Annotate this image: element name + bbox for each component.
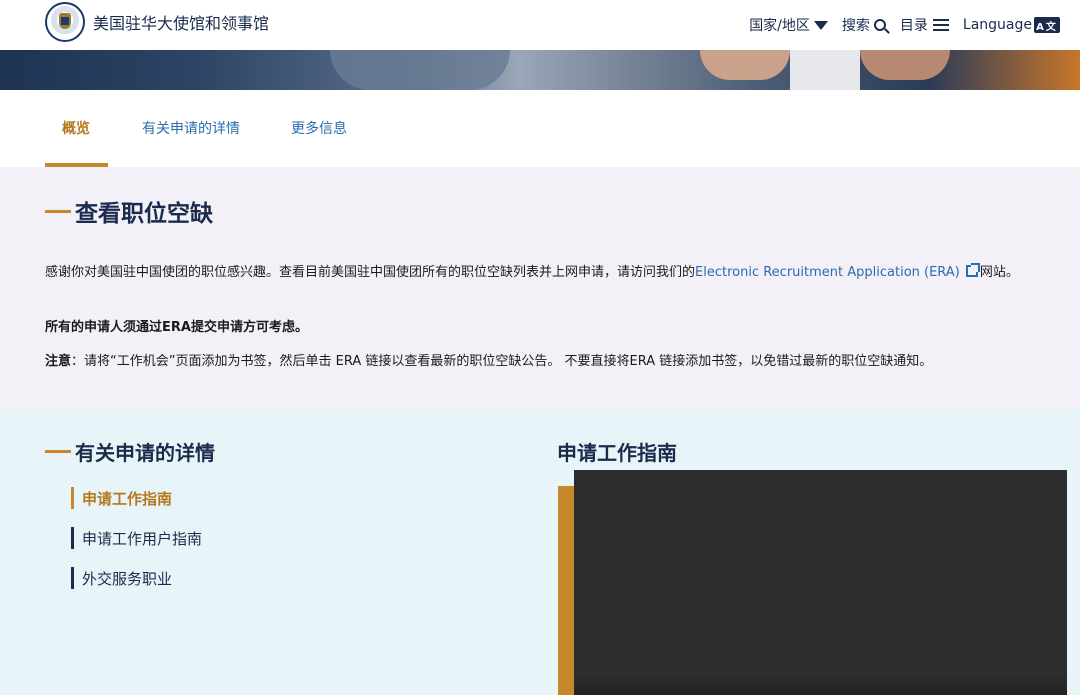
- link-bar: [71, 527, 74, 549]
- details-section: 有关申请的详情 申请工作指南 申请工作用户指南 外交服务职业 申请工作指南: [0, 409, 1080, 695]
- chevron-down-icon: [813, 20, 828, 30]
- note-text: ：请将“工作机会”页面添加为书签，然后单击 ERA 链接以查看最新的职位空缺公告…: [71, 354, 933, 369]
- hero-shape: [700, 50, 790, 80]
- overview-heading: 查看职位空缺: [45, 194, 213, 228]
- external-link-icon: [965, 263, 980, 277]
- hero-shape: [330, 50, 510, 90]
- search-label: 搜索: [841, 18, 870, 34]
- country-menu-button[interactable]: 国家/地区: [749, 15, 828, 35]
- overview-heading-text: 查看职位空缺: [75, 201, 213, 227]
- tab-more-info[interactable]: 更多信息: [291, 118, 347, 138]
- hero-image: [0, 50, 1080, 90]
- link-job-application-guide[interactable]: 申请工作指南: [71, 486, 202, 510]
- menu-icon: [932, 19, 949, 31]
- menu-button[interactable]: 目录: [900, 15, 949, 35]
- heading-dash: [45, 209, 71, 213]
- language-icon: A文: [1034, 17, 1060, 33]
- note-paragraph: 注意：请将“工作机会”页面添加为书签，然后单击 ERA 链接以查看最新的职位空缺…: [45, 351, 1055, 372]
- details-links: 申请工作指南 申请工作用户指南 外交服务职业: [71, 486, 202, 606]
- intro-paragraph: 感谢你对美国驻中国使团的职位感兴趣。查看目前美国驻中国使团所有的职位空缺列表并上…: [45, 262, 1055, 283]
- section-tabs: 概览 有关申请的详情 更多信息: [0, 90, 1080, 167]
- heading-dash: [45, 450, 71, 453]
- requirement-paragraph: 所有的申请人须通过ERA提交申请方可考虑。: [45, 320, 308, 335]
- language-label: Language: [962, 17, 1032, 33]
- search-button[interactable]: 搜索: [842, 15, 886, 35]
- overview-section: 查看职位空缺 感谢你对美国驻中国使团的职位感兴趣。查看目前美国驻中国使团所有的职…: [0, 167, 1080, 409]
- era-link[interactable]: Electronic Recruitment Application (ERA): [695, 265, 960, 280]
- link-label: 申请工作用户指南: [82, 529, 203, 548]
- link-bar: [71, 567, 74, 589]
- logo-link[interactable]: 美国驻华大使馆和领事馆: [45, 2, 269, 42]
- intro-text-end: 网站。: [979, 265, 1019, 280]
- language-button[interactable]: Language A文: [963, 17, 1060, 33]
- link-bar: [71, 487, 74, 509]
- menu-label: 目录: [899, 18, 928, 34]
- tab-overview[interactable]: 概览: [62, 118, 90, 138]
- link-foreign-service-careers[interactable]: 外交服务职业: [71, 566, 202, 590]
- hero-shape: [790, 50, 860, 90]
- details-heading-text: 有关申请的详情: [75, 441, 215, 465]
- note-label: 注意: [45, 354, 72, 369]
- link-label: 申请工作指南: [82, 489, 173, 508]
- top-nav: 国家/地区 搜索 目录 Language A文: [735, 15, 1060, 35]
- hero-shape: [860, 50, 950, 80]
- link-user-guide[interactable]: 申请工作用户指南: [71, 526, 202, 550]
- video-accent-bar: [558, 486, 574, 695]
- video-player[interactable]: [574, 470, 1067, 695]
- search-icon: [873, 19, 886, 31]
- tab-application-details[interactable]: 有关申请的详情: [142, 118, 240, 138]
- embassy-seal-icon: [45, 2, 85, 42]
- link-label: 外交服务职业: [82, 569, 173, 588]
- site-title: 美国驻华大使馆和领事馆: [93, 14, 270, 33]
- site-header: 美国驻华大使馆和领事馆 国家/地区 搜索 目录 Language A文: [0, 0, 1080, 50]
- details-heading: 有关申请的详情: [45, 437, 215, 466]
- guide-title: 申请工作指南: [557, 441, 677, 465]
- country-label: 国家/地区: [749, 18, 810, 34]
- intro-text: 感谢你对美国驻中国使团的职位感兴趣。查看目前美国驻中国使团所有的职位空缺列表并上…: [45, 265, 696, 280]
